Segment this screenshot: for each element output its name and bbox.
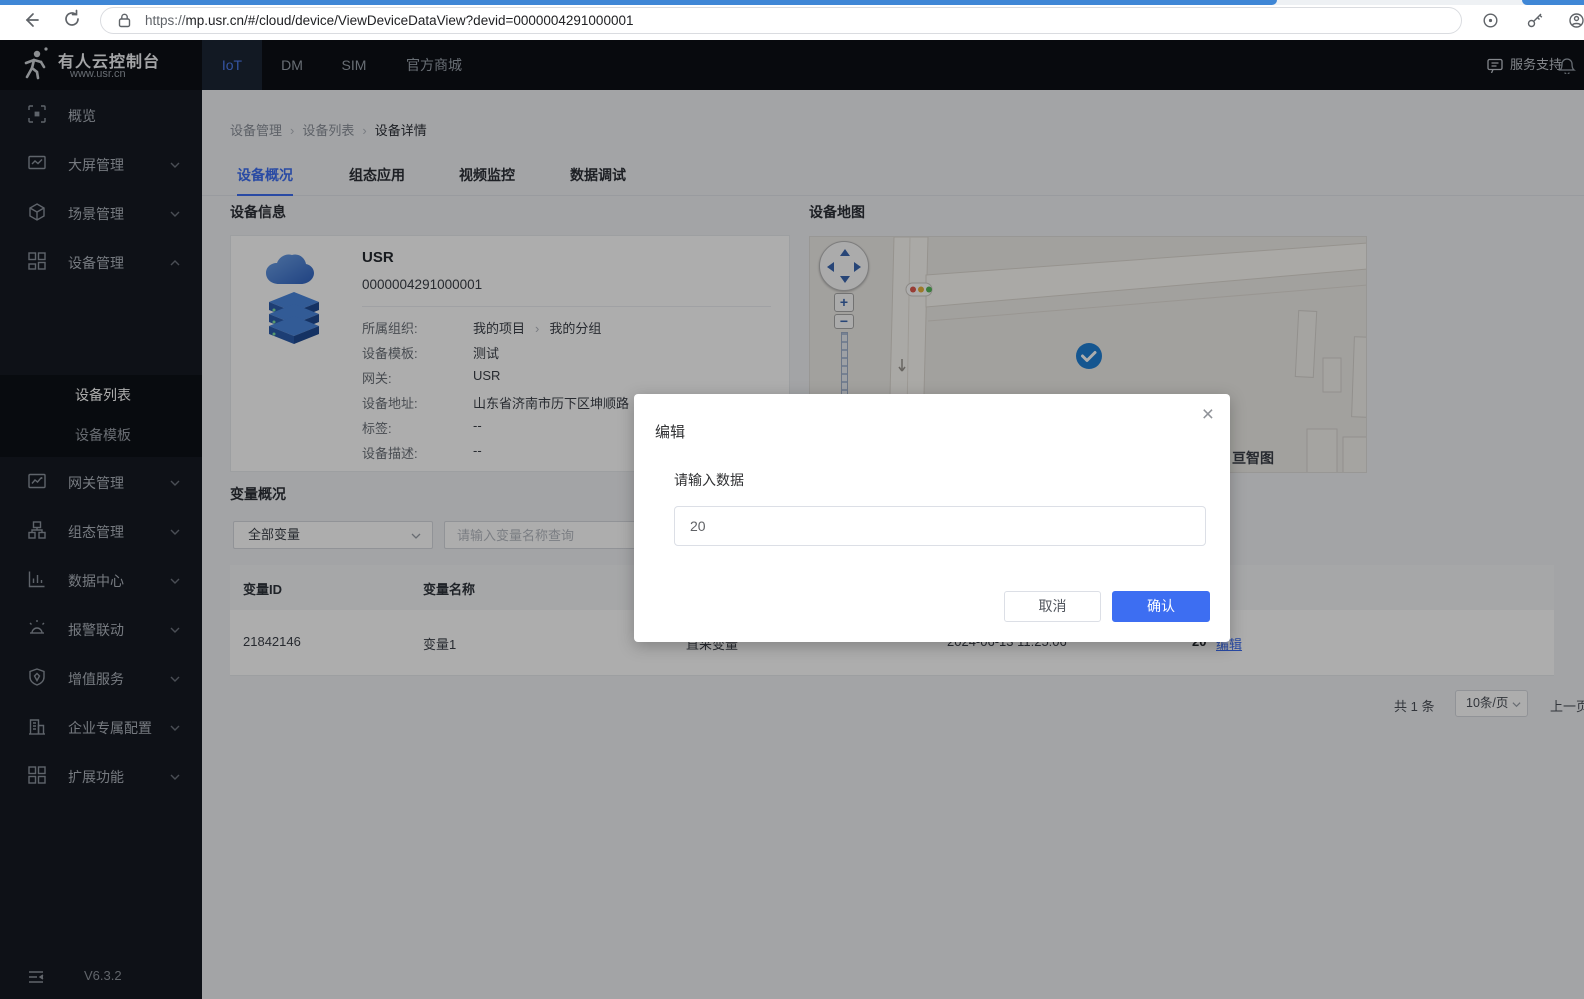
browser-chrome: https://mp.usr.cn/#/cloud/device/ViewDev… [0,0,1584,40]
edit-dialog: 编辑 × 请输入数据 取消 确认 [634,394,1230,642]
key-icon[interactable] [1526,12,1543,29]
profile-icon[interactable] [1568,12,1584,29]
url-text: https://mp.usr.cn/#/cloud/device/ViewDev… [145,13,633,28]
tab-strip-accent-left [0,0,1277,5]
tab-strip-accent-right [1522,0,1584,5]
dialog-input-label: 请输入数据 [674,470,744,490]
url-rest: mp.usr.cn/#/cloud/device/ViewDeviceDataV… [186,13,634,28]
browser-tab-strip [0,0,1584,5]
close-icon[interactable]: × [1202,404,1214,425]
dialog-title: 编辑 [655,421,685,442]
data-value-input[interactable] [674,506,1206,546]
browser-back-icon[interactable] [22,11,40,29]
browser-refresh-icon[interactable] [62,9,82,29]
url-scheme: https:// [145,13,186,28]
location-icon[interactable] [1482,12,1499,29]
cancel-button[interactable]: 取消 [1004,591,1101,622]
confirm-button[interactable]: 确认 [1112,591,1210,622]
lock-icon[interactable] [118,13,131,28]
screen: https://mp.usr.cn/#/cloud/device/ViewDev… [0,0,1584,999]
